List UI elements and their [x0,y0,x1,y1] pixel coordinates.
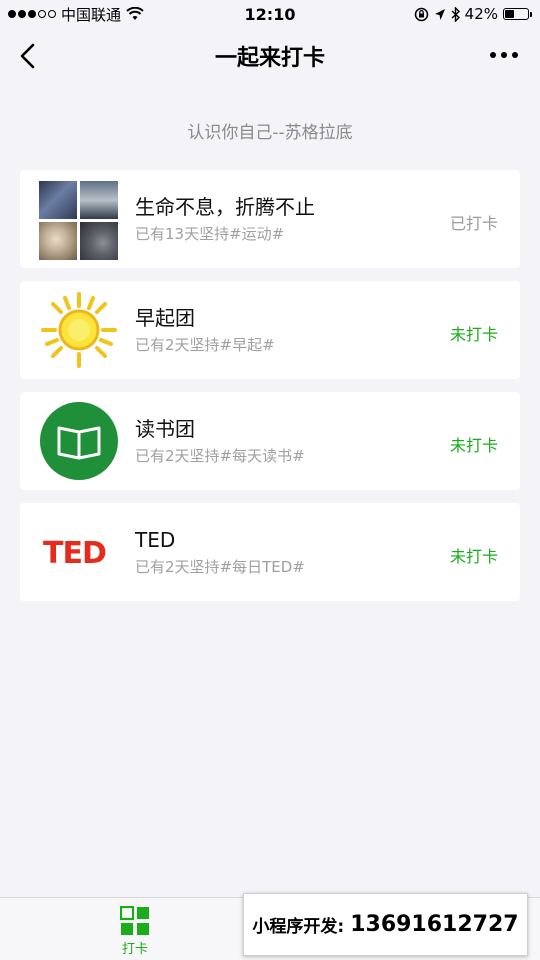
more-options-icon[interactable] [490,52,518,58]
group-card-exercise[interactable]: 生命不息，折腾不止 已有13天坚持#运动# 已打卡 [20,170,520,268]
promo-banner: 小程序开发: 13691612727 [243,893,528,956]
status-bar: 中国联通 12:10 42% [0,0,540,28]
tab-label: 打卡 [121,942,148,957]
rotation-lock-icon [414,7,428,21]
status-right: 42% [414,5,532,23]
ted-logo: TED [39,512,119,592]
group-avatar-mosaic [39,179,119,260]
checkin-group-list: 生命不息，折腾不止 已有13天坚持#运动# 已打卡 早起团 已有2天坚持#早起#… [20,170,520,614]
signal-strength-icon [8,10,56,18]
promo-phone: 13691612727 [350,912,519,937]
grid-icon [120,906,149,935]
photo-tile [80,181,118,219]
ted-logo-text: TED [43,536,107,571]
battery-icon [503,8,532,20]
page-title: 一起来打卡 [214,46,325,71]
photo-tile [39,181,77,219]
book-icon [39,401,119,481]
group-card-early-rise[interactable]: 早起团 已有2天坚持#早起# 未打卡 [20,281,520,379]
checkin-status: 已打卡 [449,214,498,233]
location-arrow-icon [434,8,445,20]
checkin-status: 未打卡 [449,547,498,566]
motto-text: 认识你自己--苏格拉底 [187,123,353,143]
sun-icon [39,290,119,370]
status-left: 中国联通 [8,4,144,25]
battery-percent: 42% [464,5,498,23]
group-card-ted[interactable]: TED TED 已有2天坚持#每日TED# 未打卡 [20,503,520,601]
bluetooth-icon [451,6,460,22]
photo-tile [80,222,118,260]
checkin-status: 未打卡 [449,325,498,344]
promo-label: 小程序开发: [252,917,345,937]
tab-checkin[interactable]: 打卡 [100,906,170,957]
group-card-reading[interactable]: 读书团 已有2天坚持#每天读书# 未打卡 [20,392,520,490]
carrier-label: 中国联通 [61,5,122,24]
wifi-icon [126,7,144,20]
checkin-status: 未打卡 [449,436,498,455]
back-arrow-icon[interactable] [18,42,38,70]
photo-tile [39,222,77,260]
nav-bar: 一起来打卡 [0,28,540,84]
